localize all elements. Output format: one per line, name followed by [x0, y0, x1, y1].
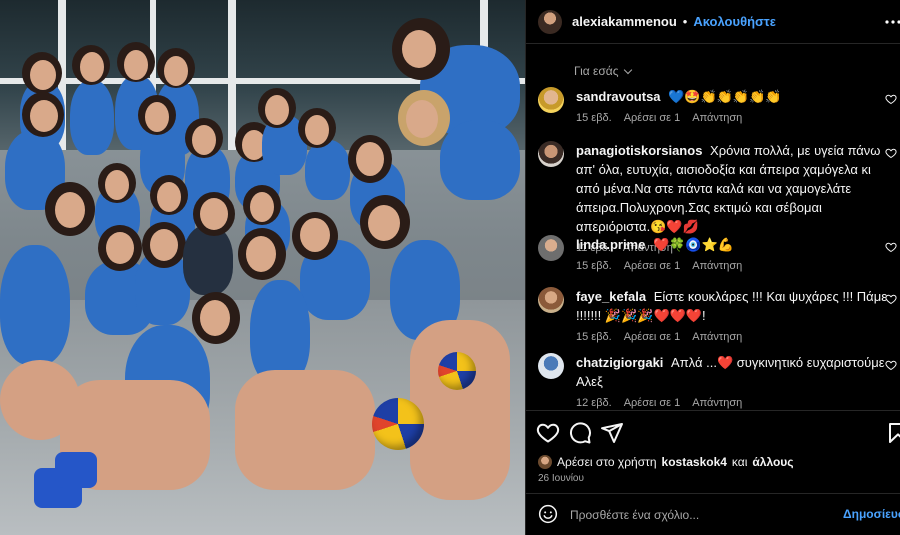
commenter-avatar[interactable]: [538, 87, 564, 113]
player: [70, 80, 114, 155]
coach: [183, 225, 233, 295]
player-face: [157, 182, 181, 212]
legs: [235, 370, 375, 490]
comment-time[interactable]: 15 εβδ.: [576, 330, 612, 344]
comment-likes[interactable]: Αρέσει σε 1: [624, 111, 681, 125]
comment-meta: 15 εβδ. Αρέσει σε 1 Απάντηση: [576, 111, 893, 125]
player-face: [250, 192, 274, 222]
comment-meta: 15 εβδ. Αρέσει σε 1 Απάντηση: [576, 330, 893, 344]
heart-icon[interactable]: [536, 421, 560, 445]
player: [305, 140, 350, 200]
post-date[interactable]: 26 Ιουνίου: [538, 473, 584, 484]
commenter-avatar[interactable]: [538, 287, 564, 313]
legs: [410, 320, 510, 500]
player-face: [124, 50, 148, 80]
comment-meta: 12 εβδ. Αρέσει σε 1 Απάντηση: [576, 396, 893, 410]
player-face: [368, 205, 400, 241]
commenter-avatar[interactable]: [538, 353, 564, 379]
player-face: [200, 198, 228, 230]
window-frame: [228, 0, 236, 150]
follow-button[interactable]: Ακολουθήστε: [693, 14, 776, 29]
comment-text: 💙🤩👏👏👏👏👏: [668, 89, 782, 104]
comment-like-heart-icon[interactable]: [885, 293, 897, 305]
comment-meta: 15 εβδ. Αρέσει σε 1 Απάντηση: [576, 259, 893, 273]
comment-input[interactable]: [570, 505, 820, 525]
comment-username[interactable]: chatzigiorgaki: [576, 355, 663, 370]
comment-like-heart-icon[interactable]: [885, 147, 897, 159]
comments-list[interactable]: Για εσάς sandravoutsa 💙🤩👏👏👏👏👏 15 εβδ. Αρ…: [526, 45, 900, 410]
author-username[interactable]: alexiakammenou: [572, 14, 677, 29]
reply-button[interactable]: Απάντηση: [692, 396, 742, 410]
reply-button[interactable]: Απάντηση: [692, 259, 742, 273]
player-face: [406, 100, 438, 138]
player-face: [105, 170, 129, 200]
player-face: [192, 125, 216, 155]
send-icon[interactable]: [600, 421, 624, 445]
reply-button[interactable]: Απάντηση: [692, 111, 742, 125]
post-sidebar: alexiakammenou • Ακολουθήστε Για εσάς sa…: [525, 0, 900, 535]
chevron-down-icon: [623, 65, 632, 74]
comment-username[interactable]: panagiotiskorsianos: [576, 143, 702, 158]
smile-icon[interactable]: [538, 504, 558, 524]
comment-icon[interactable]: [568, 421, 592, 445]
player: [440, 120, 520, 200]
liked-by-others[interactable]: άλλους: [752, 455, 793, 469]
comment-username[interactable]: linda.prime: [576, 237, 645, 252]
liked-by-user[interactable]: kostaskok4: [662, 455, 727, 469]
liked-by-prefix: Αρέσει στο χρήστη: [557, 455, 657, 469]
player-face: [55, 192, 85, 228]
comment-likes[interactable]: Αρέσει σε 1: [624, 396, 681, 410]
bookmark-icon[interactable]: [886, 421, 900, 445]
comment-time[interactable]: 15 εβδ.: [576, 259, 612, 273]
comments-filter[interactable]: Για εσάς: [574, 64, 632, 78]
liked-by: Αρέσει στο χρήστη kostaskok4 και άλλους: [538, 455, 794, 469]
comment-like-heart-icon[interactable]: [885, 241, 897, 253]
player: [0, 245, 70, 365]
post-header: alexiakammenou • Ακολουθήστε: [526, 0, 900, 44]
liker-avatar[interactable]: [538, 455, 552, 469]
player-face: [356, 142, 384, 176]
author-avatar[interactable]: [538, 9, 562, 34]
separator: •: [682, 14, 688, 29]
player-face: [300, 218, 330, 252]
player-face: [164, 56, 188, 86]
legs: [0, 360, 80, 440]
comment-username[interactable]: sandravoutsa: [576, 89, 661, 104]
commenter-avatar[interactable]: [538, 235, 564, 261]
comment-time[interactable]: 12 εβδ.: [576, 396, 612, 410]
comment-time[interactable]: 15 εβδ.: [576, 111, 612, 125]
player-face: [106, 232, 134, 264]
reply-button[interactable]: Απάντηση: [692, 330, 742, 344]
water-polo-ball: [372, 398, 424, 450]
comment-likes[interactable]: Αρέσει σε 1: [624, 330, 681, 344]
more-horizontal-icon[interactable]: [885, 14, 900, 30]
player-face: [30, 60, 56, 90]
commenter-avatar[interactable]: [538, 141, 564, 167]
player-face: [200, 300, 230, 336]
comment-likes[interactable]: Αρέσει σε 1: [624, 259, 681, 273]
player-face: [145, 102, 169, 132]
comment-like-heart-icon[interactable]: [885, 359, 897, 371]
liked-by-joiner: και: [731, 455, 748, 469]
player-face: [30, 100, 58, 132]
player-face: [80, 52, 104, 82]
add-comment-bar: Δημοσίευση: [526, 493, 900, 535]
player-face: [402, 30, 436, 68]
water-polo-ball: [438, 352, 476, 390]
comments-filter-label: Για εσάς: [574, 64, 619, 78]
post-photo[interactable]: [0, 0, 525, 535]
shoe: [55, 452, 97, 488]
post-comment-button[interactable]: Δημοσίευση: [843, 507, 900, 521]
player-face: [246, 236, 276, 272]
comment-like-heart-icon[interactable]: [885, 93, 897, 105]
player-face: [150, 229, 178, 261]
comment-username[interactable]: faye_kefala: [576, 289, 646, 304]
comment-text: ❤️🍀🧿⭐💪: [652, 237, 734, 252]
player-face: [305, 115, 329, 145]
player-face: [265, 95, 289, 125]
